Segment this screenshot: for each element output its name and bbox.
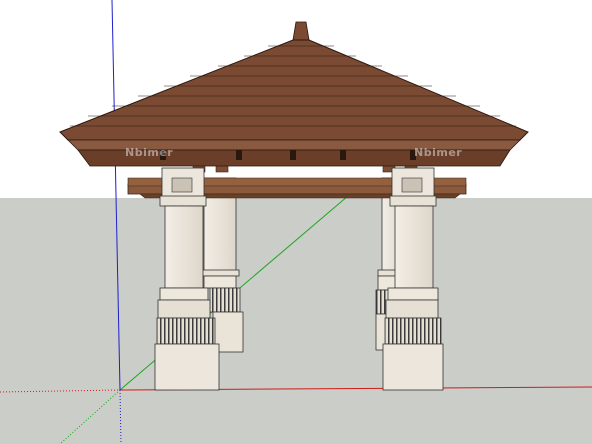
ground-plane: [0, 198, 592, 444]
sketchup-viewport[interactable]: Nbimer Nbimer: [0, 0, 592, 444]
model-scene[interactable]: [0, 0, 592, 444]
